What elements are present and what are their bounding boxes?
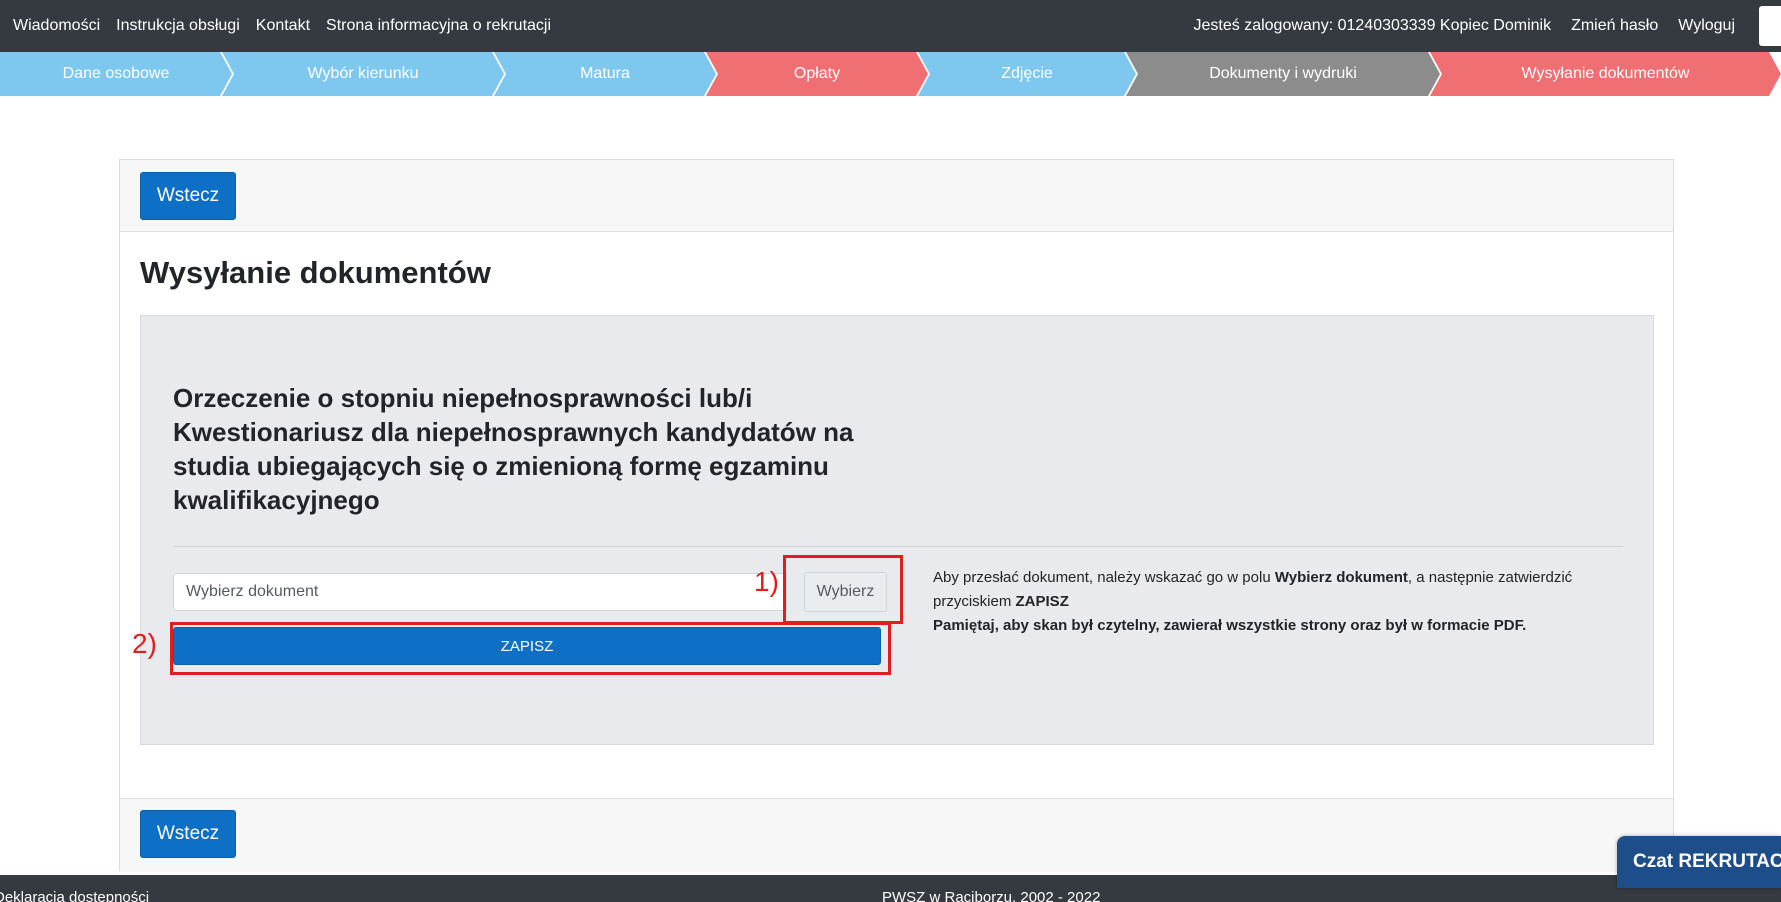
- divider: [173, 546, 1623, 547]
- step-field-choice[interactable]: Wybór kierunku: [222, 52, 504, 96]
- page-footer: Deklaracja dostępności PWSZ w Raciborzu,…: [0, 875, 1781, 902]
- document-upload-panel: Orzeczenie o stopniu niepełnosprawności …: [132, 315, 1654, 745]
- nav-messages-link[interactable]: Wiadomości: [13, 17, 100, 35]
- back-button-top[interactable]: Wstecz: [140, 172, 236, 220]
- top-nav-links: Wiadomości Instrukcja obsługi Kontakt St…: [13, 0, 551, 52]
- help-text-part-1: Aby przesłać dokument, należy wskazać go…: [933, 569, 1275, 586]
- card-footer: [120, 798, 1673, 872]
- accessibility-declaration-link[interactable]: Deklaracja dostępności: [0, 889, 149, 902]
- annotation-label-1: 1): [754, 566, 779, 597]
- step-label: Matura: [580, 65, 630, 82]
- step-label: Dokumenty i wydruki: [1209, 65, 1357, 82]
- step-label: Dane osobowe: [62, 65, 170, 82]
- step-photo[interactable]: Zdjęcie: [918, 52, 1136, 96]
- step-label: Wybór kierunku: [307, 65, 419, 82]
- help-bold-select-document: Wybierz dokument: [1274, 569, 1408, 586]
- help-bold-save: ZAPISZ: [1015, 593, 1069, 610]
- logout-link[interactable]: Wyloguj: [1678, 17, 1735, 35]
- step-send-documents[interactable]: Wysyłanie dokumentów: [1430, 52, 1781, 96]
- document-title: Orzeczenie o stopniu niepełnosprawności …: [173, 383, 854, 515]
- upload-help-text: Aby przesłać dokument, należy wskazać go…: [933, 566, 1623, 638]
- logged-in-user-text: Jesteś zalogowany: 01240303339 Kopiec Do…: [1193, 17, 1552, 34]
- step-label: Wysyłanie dokumentów: [1521, 65, 1690, 82]
- chat-recruitment-button[interactable]: Czat REKRUTACJA: [1617, 836, 1781, 888]
- nav-contact-link[interactable]: Kontakt: [256, 17, 310, 35]
- top-navbar: Wiadomości Instrukcja obsługi Kontakt St…: [0, 0, 1781, 52]
- card-header: Wstecz: [120, 160, 1673, 232]
- top-nav-user-area: Jesteś zalogowany: 01240303339 Kopiec Do…: [1194, 0, 1781, 52]
- page-title: Wysyłanie dokumentów: [140, 255, 491, 290]
- file-input[interactable]: [173, 573, 787, 611]
- step-label: Opłaty: [793, 65, 841, 82]
- step-payments[interactable]: Opłaty: [706, 52, 928, 96]
- navbar-edge-control[interactable]: [1759, 6, 1781, 46]
- nav-manual-link[interactable]: Instrukcja obsługi: [116, 17, 240, 35]
- step-personal-data[interactable]: Dane osobowe: [0, 52, 232, 96]
- step-matura[interactable]: Matura: [494, 52, 716, 96]
- step-documents-printouts[interactable]: Dokumenty i wydruki: [1126, 52, 1440, 96]
- help-warning: Pamiętaj, aby skan był czytelny, zawiera…: [933, 617, 1527, 634]
- progress-steps: Dane osobowe Wybór kierunku Matura Opłat…: [0, 52, 1781, 96]
- step-label: Zdjęcie: [1001, 65, 1053, 82]
- change-password-link[interactable]: Zmień hasło: [1571, 17, 1658, 35]
- main-card: Wstecz Wysyłanie dokumentów Orzeczenie o…: [119, 159, 1674, 872]
- back-button-bottom[interactable]: Wstecz: [140, 810, 236, 858]
- nav-info-page-link[interactable]: Strona informacyjna o rekrutacji: [326, 17, 551, 35]
- annotation-box-2: [170, 622, 891, 675]
- footer-copyright: PWSZ w Raciborzu, 2002 - 2022: [882, 889, 1101, 902]
- annotation-label-2: 2): [132, 628, 157, 659]
- annotation-box-1: [783, 555, 903, 624]
